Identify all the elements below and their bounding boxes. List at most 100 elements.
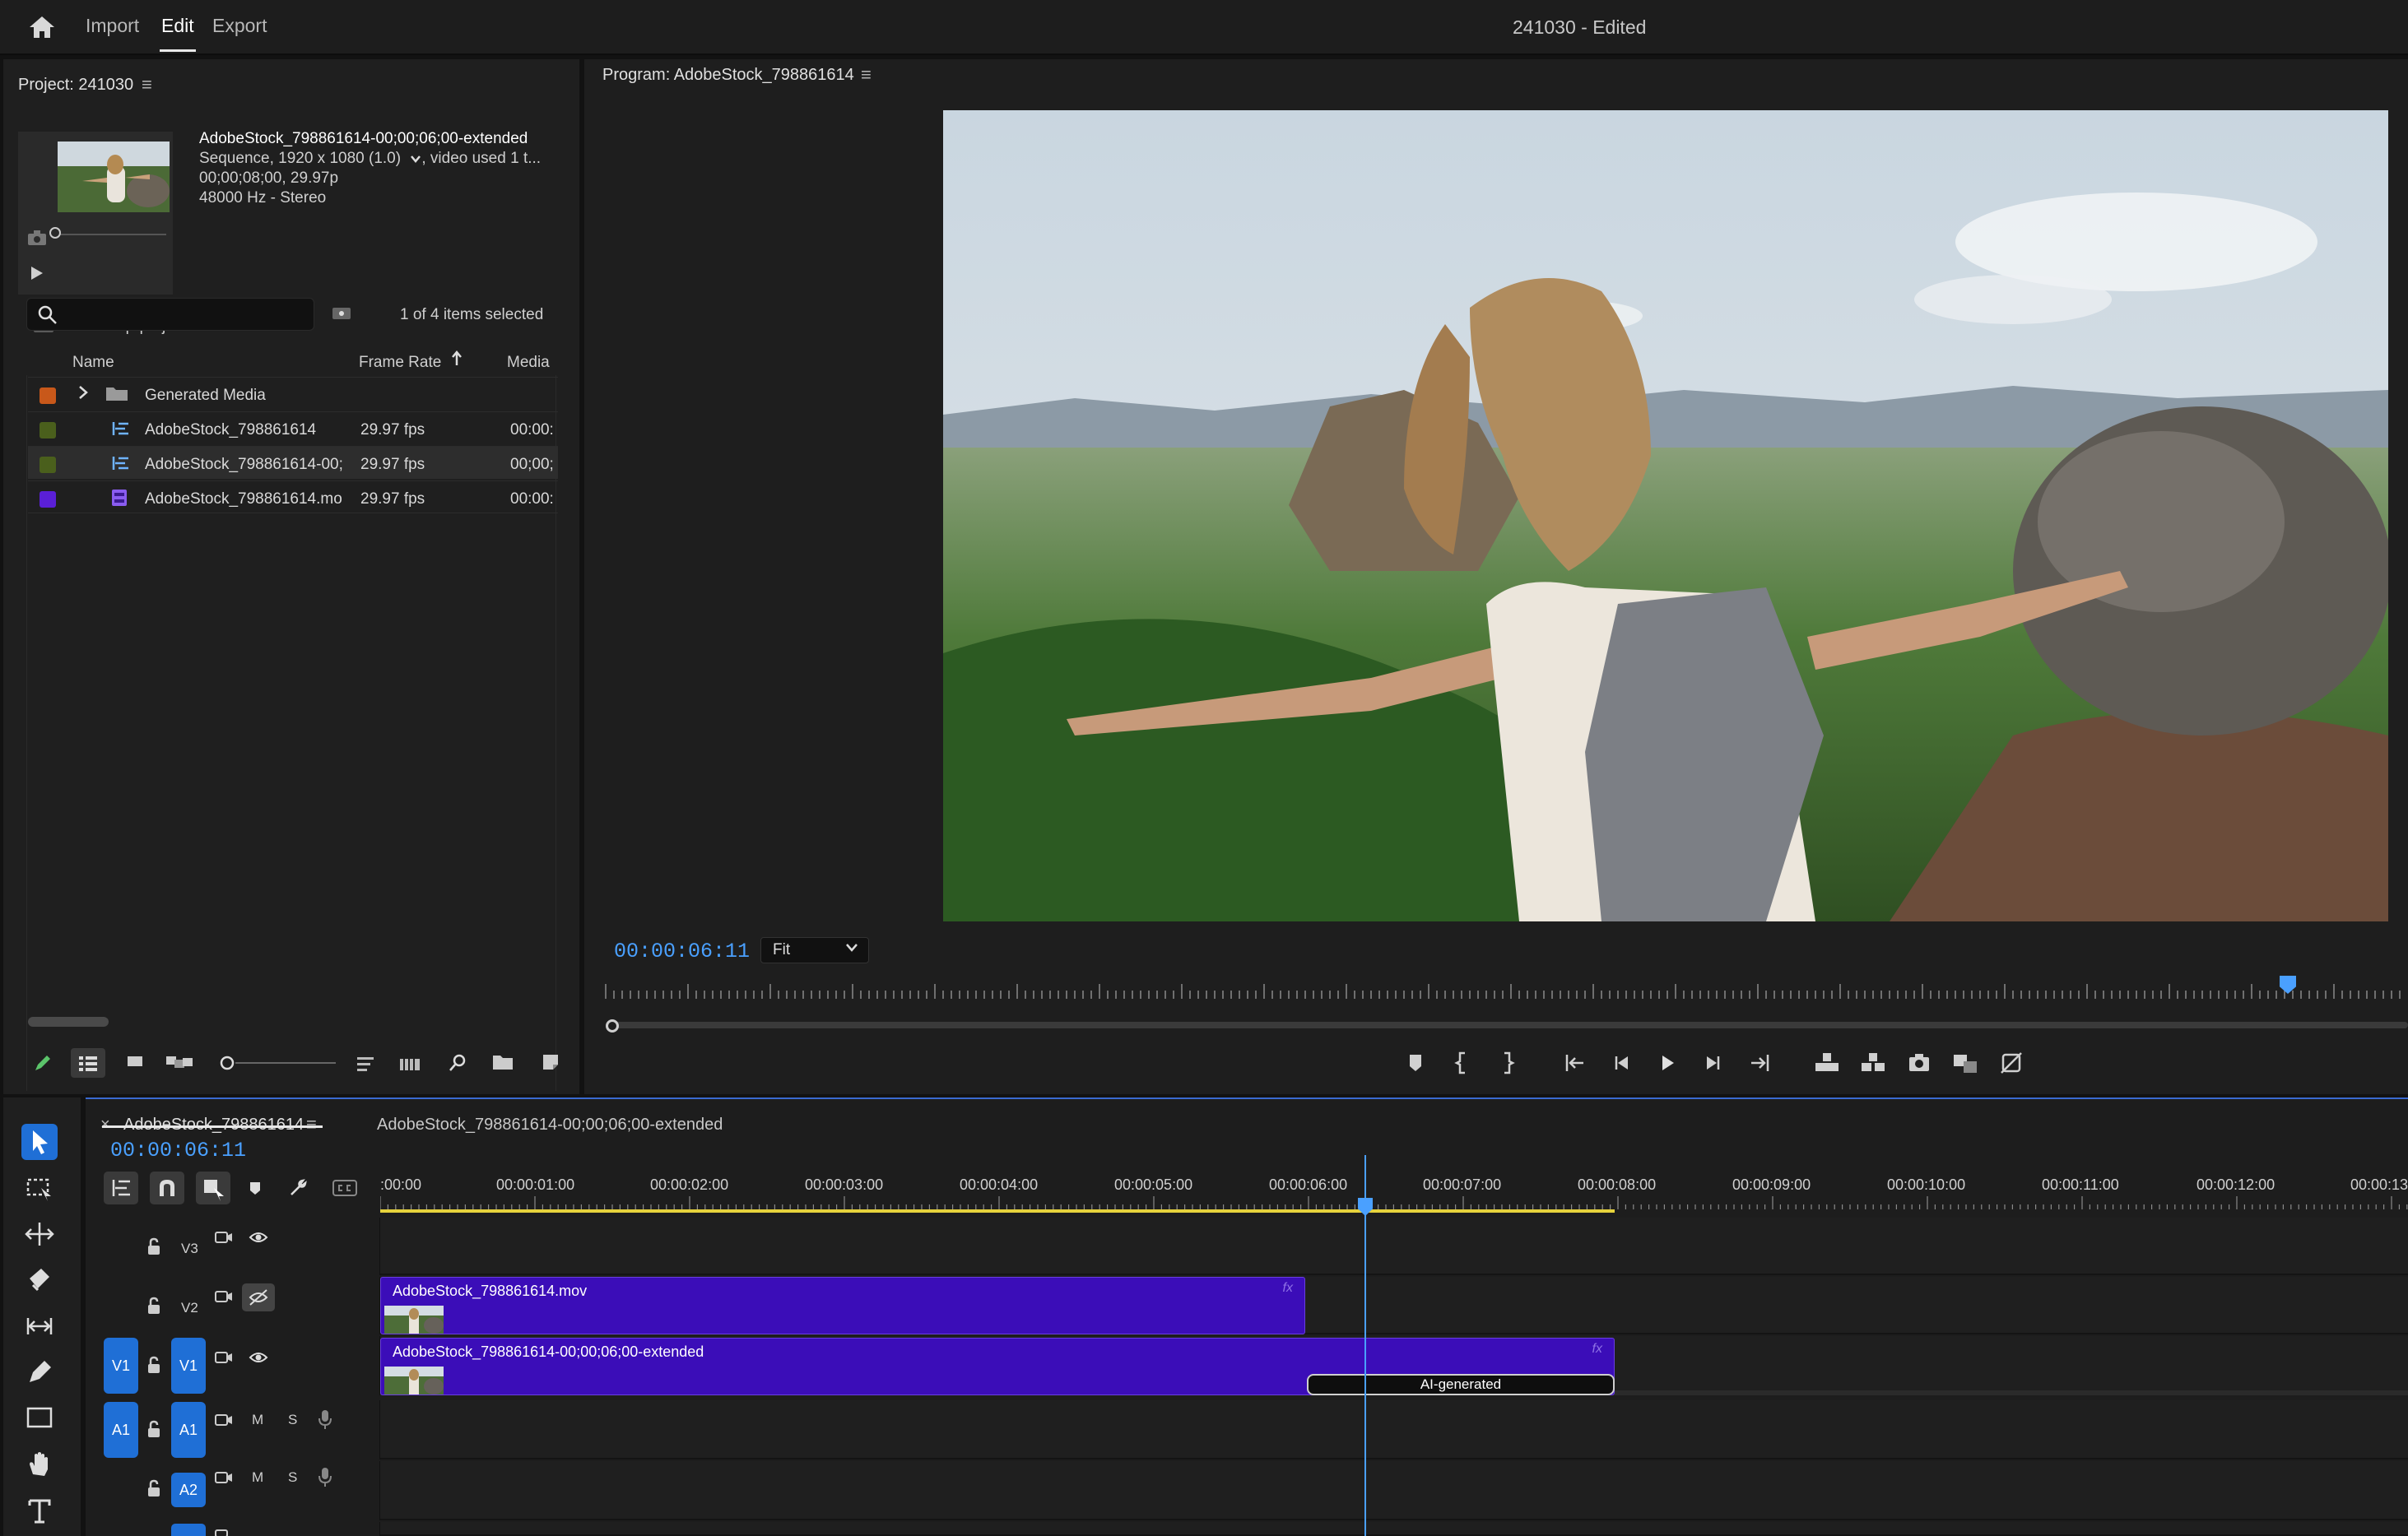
nav-import[interactable]: Import (86, 15, 139, 37)
list-item[interactable]: AdobeStock_798861614-00; 29.97 fps 00;00… (28, 446, 558, 479)
timeline-timecode[interactable]: 00:00:06:11 (110, 1139, 246, 1162)
toggle-sync-lock-icon[interactable] (214, 1349, 234, 1366)
label-color-swatch[interactable] (40, 422, 56, 439)
fx-badge[interactable]: fx (1283, 1281, 1293, 1296)
label-color-swatch[interactable] (40, 491, 56, 508)
hand-tool-icon[interactable] (21, 1446, 58, 1483)
type-tool-icon[interactable] (21, 1492, 58, 1529)
freeform-view-button[interactable] (165, 1053, 194, 1071)
track-target-a2[interactable]: A2 (171, 1473, 206, 1507)
home-icon[interactable] (28, 15, 56, 39)
linked-selection-icon[interactable] (196, 1172, 230, 1204)
toggle-sync-lock-icon[interactable] (214, 1412, 234, 1428)
export-frame-icon[interactable] (1903, 1048, 1936, 1078)
toggle-sync-lock-icon[interactable] (214, 1229, 234, 1246)
search-input[interactable] (26, 298, 314, 331)
proxy-toggle-icon[interactable] (1995, 1048, 2028, 1078)
icon-view-button[interactable] (125, 1053, 145, 1071)
slip-tool-icon[interactable] (21, 1308, 58, 1344)
lock-icon[interactable] (146, 1479, 161, 1497)
fx-badge[interactable]: fx (1592, 1342, 1602, 1357)
pen-tool-icon[interactable] (21, 1354, 58, 1390)
program-zoom-scrollbar[interactable] (611, 1022, 2408, 1028)
lift-icon[interactable] (1811, 1048, 1843, 1078)
sort-arrow-icon[interactable] (451, 350, 463, 367)
sequence-preview[interactable] (18, 132, 173, 295)
sort-icons-button[interactable] (356, 1055, 375, 1073)
add-marker-icon[interactable] (247, 1180, 263, 1196)
microphone-icon[interactable] (318, 1408, 332, 1430)
program-timecode[interactable]: 00:00:06:11 (614, 940, 750, 963)
eye-icon[interactable] (249, 1349, 268, 1366)
go-to-out-icon[interactable] (1743, 1048, 1776, 1078)
zoom-scrollbar-handle[interactable] (606, 1019, 619, 1033)
list-view-button[interactable] (71, 1048, 105, 1078)
mark-out-icon[interactable] (1491, 1048, 1524, 1078)
column-media[interactable]: Media (507, 354, 550, 372)
play-icon[interactable] (1651, 1048, 1684, 1078)
nest-toggle-button[interactable] (104, 1172, 138, 1204)
new-item-icon[interactable] (542, 1053, 560, 1071)
step-back-icon[interactable] (1605, 1048, 1638, 1078)
camera-icon[interactable] (26, 229, 48, 247)
clip-v2[interactable]: AdobeStock_798861614.mov fx (380, 1277, 1305, 1334)
snap-icon[interactable] (150, 1172, 184, 1204)
selection-tool-icon[interactable] (21, 1124, 58, 1160)
list-item[interactable]: Generated Media (28, 377, 558, 410)
tab-sequence-extended[interactable]: AdobeStock_798861614-00;00;06;00-extende… (377, 1116, 723, 1135)
lock-icon[interactable] (146, 1237, 161, 1255)
mute-button[interactable]: M (252, 1412, 263, 1428)
track-label[interactable]: V2 (181, 1300, 198, 1316)
comparison-view-icon[interactable] (1949, 1048, 1982, 1078)
toggle-sync-lock-icon[interactable] (214, 1288, 234, 1305)
work-area-bar[interactable] (380, 1209, 1615, 1213)
column-frame-rate[interactable]: Frame Rate (359, 354, 441, 372)
program-time-ruler[interactable] (602, 981, 2408, 1000)
track-target-a1[interactable]: A1 (171, 1402, 206, 1458)
find-bin-icon[interactable] (331, 304, 352, 323)
panel-menu-icon[interactable]: ≡ (861, 64, 872, 86)
chevron-down-icon[interactable] (410, 150, 421, 168)
lock-icon[interactable] (146, 1356, 161, 1374)
track-target-a3[interactable] (171, 1524, 206, 1536)
track-label[interactable]: V3 (181, 1241, 198, 1257)
zoom-fit-select[interactable]: Fit (760, 937, 869, 963)
thumbnail-scrubber[interactable] (49, 227, 61, 239)
microphone-icon[interactable] (318, 1466, 332, 1487)
go-to-in-icon[interactable] (1559, 1048, 1592, 1078)
play-thumb-icon[interactable] (30, 265, 44, 281)
lock-icon[interactable] (146, 1297, 161, 1315)
mark-in-icon[interactable] (1445, 1048, 1478, 1078)
rectangle-tool-icon[interactable] (21, 1400, 58, 1436)
wrench-icon[interactable] (288, 1178, 308, 1198)
toggle-sync-lock-icon[interactable] (214, 1527, 234, 1536)
expand-chevron-icon[interactable] (77, 384, 89, 401)
mute-button[interactable]: M (252, 1469, 263, 1486)
add-marker-icon[interactable] (1399, 1048, 1432, 1078)
source-patch-v1[interactable]: V1 (104, 1338, 138, 1394)
captions-icon[interactable] (332, 1180, 357, 1196)
zoom-slider[interactable] (219, 1055, 342, 1071)
eye-hidden-icon[interactable] (242, 1283, 275, 1311)
extract-icon[interactable] (1857, 1048, 1890, 1078)
solo-button[interactable]: S (288, 1469, 297, 1486)
eye-icon[interactable] (249, 1229, 268, 1246)
label-color-swatch[interactable] (40, 387, 56, 404)
list-item[interactable]: AdobeStock_798861614 29.97 fps 00:00: (28, 411, 558, 444)
automate-to-sequence-button[interactable] (398, 1055, 421, 1073)
solo-button[interactable]: S (288, 1412, 297, 1428)
toggle-sync-lock-icon[interactable] (214, 1469, 234, 1486)
lock-icon[interactable] (146, 1420, 161, 1438)
source-patch-a1[interactable]: A1 (104, 1402, 138, 1458)
razor-tool-icon[interactable] (21, 1262, 58, 1298)
list-item[interactable]: AdobeStock_798861614.mo 29.97 fps 00:00: (28, 480, 558, 513)
ripple-edit-tool-icon[interactable] (21, 1216, 58, 1252)
video-preview[interactable] (943, 110, 2388, 921)
track-target-v1[interactable]: V1 (171, 1338, 206, 1394)
pencil-icon[interactable] (33, 1053, 53, 1073)
step-forward-icon[interactable] (1697, 1048, 1730, 1078)
panel-menu-icon[interactable]: ≡ (142, 74, 152, 95)
column-name[interactable]: Name (72, 354, 114, 372)
find-icon[interactable] (448, 1053, 467, 1073)
track-select-tool-icon[interactable] (21, 1170, 58, 1206)
